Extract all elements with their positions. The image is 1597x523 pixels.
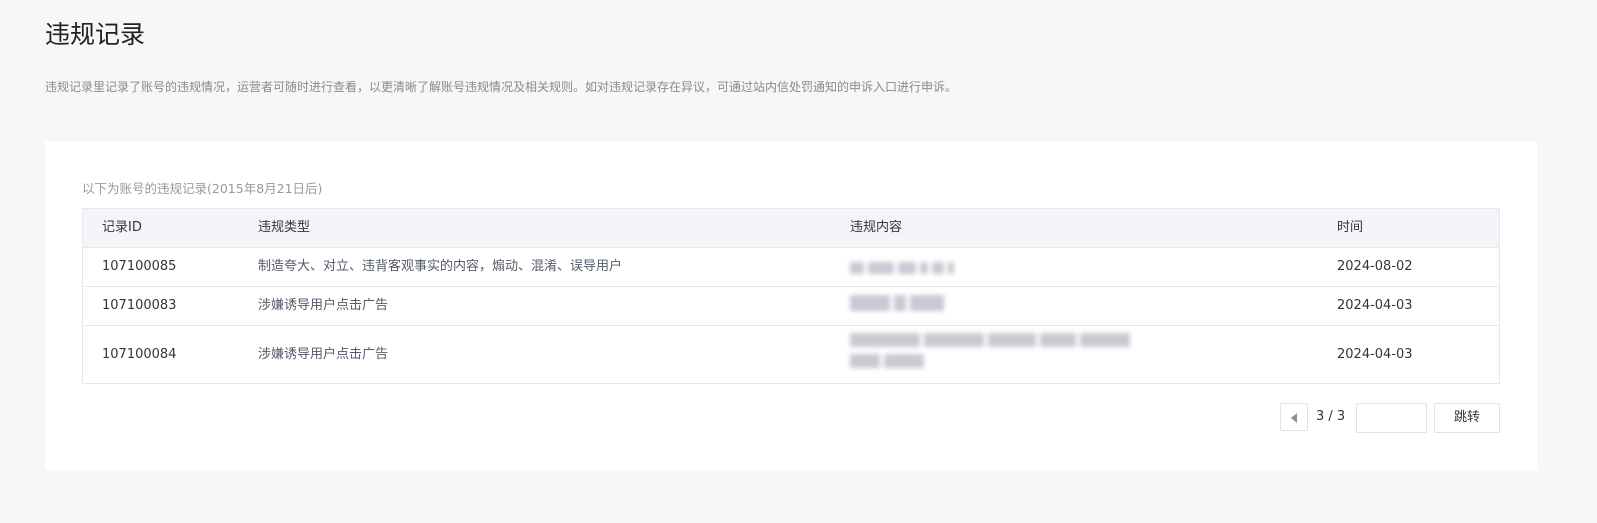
record-type: 涉嫌诱导用户点击广告	[258, 346, 389, 362]
record-time: 2024-04-03	[1337, 298, 1413, 313]
page-title: 违规记录	[45, 20, 146, 49]
page-jump-input[interactable]	[1356, 403, 1427, 433]
page-description: 违规记录里记录了账号的违规情况，运营者可随时进行查看，以更清晰了解账号违规情况及…	[45, 80, 958, 94]
record-type: 制造夸大、对立、违背客观事实的内容，煽动、混淆、误导用户	[258, 259, 623, 274]
table-header: 记录ID 违规类型 违规内容 时间	[83, 209, 1499, 247]
record-time: 2024-08-02	[1337, 259, 1413, 274]
record-id: 107100085	[102, 259, 177, 274]
table-row: 107100085 制造夸大、对立、违背客观事实的内容，煽动、混淆、误导用户 2…	[83, 247, 1499, 286]
jump-button[interactable]: 跳转	[1434, 403, 1500, 433]
header-time: 时间	[1337, 220, 1364, 235]
record-type: 涉嫌诱导用户点击广告	[258, 298, 389, 313]
caret-left-icon	[1291, 413, 1297, 423]
record-content-redacted	[850, 332, 1134, 368]
table-caption: 以下为账号的违规记录(2015年8月21日后)	[82, 181, 323, 196]
header-id: 记录ID	[102, 220, 142, 235]
header-type: 违规类型	[258, 220, 311, 235]
records-card: 以下为账号的违规记录(2015年8月21日后) 记录ID 违规类型 违规内容 时…	[45, 141, 1537, 470]
table-row: 107100084 涉嫌诱导用户点击广告 2024-04-03	[83, 325, 1499, 383]
record-time: 2024-04-03	[1337, 346, 1413, 362]
page-indicator: 3 / 3	[1316, 409, 1346, 424]
table-row: 107100083 涉嫌诱导用户点击广告 2024-04-03	[83, 286, 1499, 325]
record-id: 107100084	[102, 346, 177, 362]
record-content-redacted	[850, 260, 958, 275]
records-table: 记录ID 违规类型 违规内容 时间 107100085 制造夸大、对立、违背客观…	[82, 208, 1500, 384]
record-id: 107100083	[102, 298, 177, 313]
header-content: 违规内容	[850, 220, 903, 235]
record-content-redacted	[850, 295, 948, 311]
previous-page-button[interactable]	[1280, 403, 1308, 431]
